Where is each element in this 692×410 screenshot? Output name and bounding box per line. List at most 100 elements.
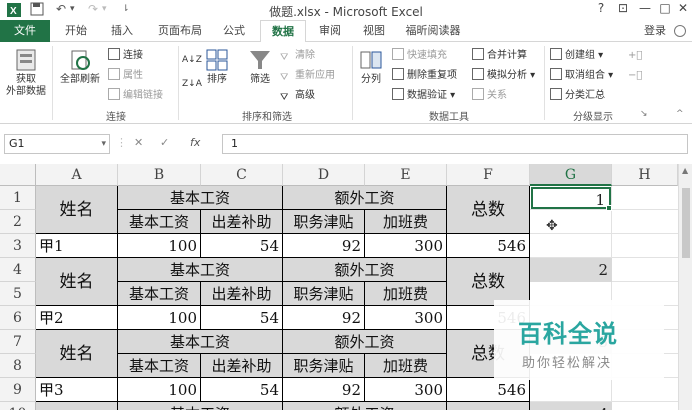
row-header-7[interactable]: 7 xyxy=(0,330,36,354)
row-header-1[interactable]: 1 xyxy=(0,186,36,210)
cell-sub-overtime[interactable]: 加班费 xyxy=(365,282,447,306)
subtotal-button[interactable]: 分类汇总 xyxy=(550,88,605,104)
get-external-data-button[interactable]: 获取 外部数据 xyxy=(4,48,48,98)
cell-record-travel[interactable]: 54 xyxy=(201,306,283,330)
ribbon-display-icon[interactable]: ⊡ xyxy=(612,1,634,19)
filter-button[interactable]: 筛选 xyxy=(244,48,276,86)
row-header-5[interactable]: 5 xyxy=(0,282,36,306)
row-header-6[interactable]: 6 xyxy=(0,306,36,330)
row-header-3[interactable]: 3 xyxy=(0,234,36,258)
relationships-button[interactable]: 关系 xyxy=(472,88,507,104)
fill-handle[interactable] xyxy=(606,205,612,211)
cell-sub-basic[interactable]: 基本工资 xyxy=(118,354,201,378)
cell-record-name[interactable]: 甲1 xyxy=(36,234,118,258)
column-header-f[interactable]: F xyxy=(447,164,530,186)
select-all-corner[interactable] xyxy=(0,164,36,186)
tab-view[interactable]: 视图 xyxy=(354,20,394,42)
cell-sub-overtime[interactable]: 加班费 xyxy=(365,354,447,378)
cancel-entry-icon[interactable]: ✕ xyxy=(134,136,143,149)
name-box-dropdown-icon[interactable]: ▾ xyxy=(101,135,106,153)
cell-sub-travel[interactable]: 出差补助 xyxy=(201,354,283,378)
cell-row10-f[interactable] xyxy=(447,402,530,410)
sort-ascending-button[interactable]: A↓Z xyxy=(182,52,202,68)
group-button[interactable]: 创建组 ▾ xyxy=(550,48,603,64)
cell-extra-header[interactable]: 额外工资 xyxy=(283,186,447,210)
flash-fill-button[interactable]: 快速填充 xyxy=(392,48,447,64)
outline-dialog-launcher-icon[interactable]: ↘ xyxy=(640,106,648,122)
cell-record-duty[interactable]: 92 xyxy=(283,234,365,258)
sort-button[interactable]: 排序 xyxy=(202,48,232,86)
clear-button[interactable]: ⛛ 清除 xyxy=(280,48,315,64)
cell-record-travel[interactable]: 54 xyxy=(201,234,283,258)
formula-input[interactable]: 1 xyxy=(222,134,688,154)
advanced-filter-button[interactable]: ⛛ 高级 xyxy=(280,88,315,104)
tab-foxit[interactable]: 福昕阅读器 xyxy=(398,20,468,42)
properties-button[interactable]: 属性 xyxy=(108,68,143,84)
login-link[interactable]: 登录 xyxy=(644,20,666,42)
cell-record-duty[interactable]: 92 xyxy=(283,378,365,402)
tab-data[interactable]: 数据 xyxy=(260,20,306,43)
cell-record-name[interactable]: 甲2 xyxy=(36,306,118,330)
cell-name-header[interactable]: 姓名 xyxy=(36,258,118,306)
column-header-c[interactable]: C xyxy=(201,164,283,186)
close-button[interactable]: ✕ xyxy=(672,1,692,19)
confirm-entry-icon[interactable]: ✓ xyxy=(160,136,169,149)
cell-total-header[interactable]: 总数 xyxy=(447,186,530,234)
collapse-ribbon-icon[interactable]: ^ xyxy=(676,106,684,122)
cell-basic-header[interactable]: 基本工资 xyxy=(118,186,283,210)
cell-sub-overtime[interactable]: 加班费 xyxy=(365,210,447,234)
cell-sub-duty[interactable]: 职务津贴 xyxy=(283,282,365,306)
cell-g10[interactable]: 4 xyxy=(530,402,612,410)
cell-record-basic[interactable]: 100 xyxy=(118,378,201,402)
cell-name-header[interactable]: 姓名 xyxy=(36,330,118,378)
cell-sub-basic[interactable]: 基本工资 xyxy=(118,210,201,234)
sort-descending-button[interactable]: Z↓A xyxy=(182,76,202,92)
cell-row10-a[interactable] xyxy=(36,402,118,410)
what-if-analysis-button[interactable]: 模拟分析 ▾ xyxy=(472,68,535,84)
column-header-b[interactable]: B xyxy=(118,164,201,186)
name-box[interactable]: G1 ▾ xyxy=(4,134,110,154)
refresh-all-button[interactable]: 全部刷新 xyxy=(56,48,104,86)
row-header-2[interactable]: 2 xyxy=(0,210,36,234)
cell-record-basic[interactable]: 100 xyxy=(118,234,201,258)
cell-name-header[interactable]: 姓名 xyxy=(36,186,118,234)
tab-page-layout[interactable]: 页面布局 xyxy=(150,20,210,42)
cell-record-name[interactable]: 甲3 xyxy=(36,378,118,402)
ungroup-button[interactable]: 取消组合 ▾ xyxy=(550,68,613,84)
vertical-scrollbar[interactable]: ▲ xyxy=(678,164,692,410)
cell-row10-extra-header[interactable]: 额外工资 xyxy=(283,402,447,410)
tab-insert[interactable]: 插入 xyxy=(102,20,142,42)
help-button[interactable]: ? xyxy=(590,1,612,19)
cell-row10-basic-header[interactable]: 基本工资 xyxy=(118,402,283,410)
cell-sub-duty[interactable]: 职务津贴 xyxy=(283,210,365,234)
cell-record-overtime[interactable]: 300 xyxy=(365,378,447,402)
cell-basic-header[interactable]: 基本工资 xyxy=(118,330,283,354)
scroll-up-icon[interactable]: ▲ xyxy=(682,166,688,175)
remove-duplicates-button[interactable]: 删除重复项 xyxy=(392,68,457,84)
row-header-9[interactable]: 9 xyxy=(0,378,36,402)
scroll-thumb[interactable] xyxy=(682,188,690,258)
cell-record-total[interactable]: 546 xyxy=(447,378,530,402)
cell-record-overtime[interactable]: 300 xyxy=(365,306,447,330)
cell-extra-header[interactable]: 额外工资 xyxy=(283,330,447,354)
account-icon[interactable] xyxy=(674,25,686,37)
data-validation-button[interactable]: 数据验证 ▾ xyxy=(392,88,455,104)
connections-button[interactable]: 连接 xyxy=(108,48,143,64)
column-header-h[interactable]: H xyxy=(612,164,678,186)
column-header-g[interactable]: G xyxy=(530,164,612,186)
cell-sub-duty[interactable]: 职务津贴 xyxy=(283,354,365,378)
minimize-button[interactable]: — xyxy=(634,1,656,19)
row-header-4[interactable]: 4 xyxy=(0,258,36,282)
cell-total-header[interactable]: 总数 xyxy=(447,258,530,306)
edit-links-button[interactable]: 编辑链接 xyxy=(108,88,163,104)
consolidate-button[interactable]: 合并计算 xyxy=(472,48,527,64)
tab-file[interactable]: 文件 xyxy=(0,20,50,42)
column-header-d[interactable]: D xyxy=(283,164,365,186)
show-detail-icon[interactable]: +⃞ xyxy=(628,48,642,64)
column-header-e[interactable]: E xyxy=(365,164,447,186)
row-header-8[interactable]: 8 xyxy=(0,354,36,378)
cell-record-total[interactable]: 546 xyxy=(447,234,530,258)
cell-record-duty[interactable]: 92 xyxy=(283,306,365,330)
cell-g4[interactable]: 2 xyxy=(530,258,612,282)
cell-sub-travel[interactable]: 出差补助 xyxy=(201,282,283,306)
